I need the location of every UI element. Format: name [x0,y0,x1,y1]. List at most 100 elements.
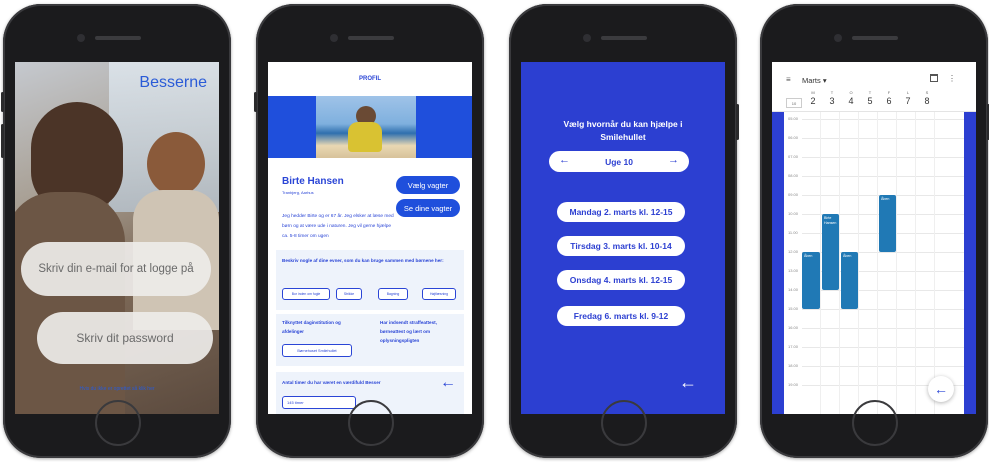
month-selector[interactable]: Marts ▾ [802,76,827,85]
front-camera [330,34,338,42]
day-gridline [915,112,916,414]
day-gridline [839,112,840,414]
hour-label: 07.00 [788,154,799,159]
shift-question: Vælg hvornår du kan hjælpe i Smilehullet [563,119,683,142]
day-gridline [934,112,935,414]
my-shifts-button[interactable]: Se dine vagter [396,199,460,217]
shift-option[interactable]: Tirsdag 3. marts kl. 10-14 [557,236,685,256]
next-week-icon[interactable]: → [668,154,679,166]
skill-chip[interactable]: Bor inden om fugle [282,288,330,300]
login-screen: Besserne Skriv din e-mail for at logge p… [15,62,219,414]
institution-value[interactable]: Børnehuset Smilehullet [282,344,352,357]
profile-location: Tranbjerg, Aarhus [282,190,314,195]
date-number[interactable]: 3 [822,96,842,106]
mute-switch [1,92,4,112]
day-gridline [820,112,821,414]
signup-link[interactable]: Hvis du ikke er oprettet så klik her [15,386,219,392]
previous-week-icon[interactable]: ← [559,154,570,166]
weekday-label: L [906,90,910,95]
phone-calendar: ≡ Marts ▾ ⋮ 10 M T O T F L S 2 3 4 5 6 7… [760,4,989,458]
back-arrow-icon[interactable]: ← [928,376,954,402]
week-number: 10 [786,98,802,108]
hour-gridline [802,309,964,310]
date-number[interactable]: 6 [879,96,899,106]
hour-gridline [802,119,964,120]
weekday-label: F [887,90,891,95]
hour-gridline [802,290,964,291]
hour-label: 06.00 [788,135,799,140]
front-camera [77,34,85,42]
home-button [95,400,141,446]
weekday-label: M [811,90,815,95]
profile-screen: PROFIL Birte Hansen Tranbjerg, Aarhus Væ… [268,62,472,414]
today-calendar-icon[interactable] [930,74,938,82]
phone-shifts: Vælg hvornår du kan hjælpe i Smilehullet… [509,4,739,458]
hour-label: 14.00 [788,287,799,292]
skill-chip[interactable]: Strikke [336,288,362,300]
day-gridline [858,112,859,414]
hour-label: 19.00 [788,382,799,387]
date-number[interactable]: 8 [917,96,937,106]
shifts-screen: Vælg hvornår du kan hjælpe i Smilehullet… [521,62,725,414]
hour-gridline [802,157,964,158]
weekday-label: T [868,90,872,95]
calendar-header: ≡ Marts ▾ ⋮ 10 M T O T F L S 2 3 4 5 6 7… [772,62,976,112]
shift-option[interactable]: Fredag 6. marts kl. 9-12 [557,306,685,326]
hour-gridline [802,366,964,367]
week-selector[interactable]: ← Uge 10 → [549,151,689,172]
background-photo-child [147,132,205,196]
calendar-event[interactable]: Birte Hansen [822,214,839,290]
page-title: PROFIL [359,76,381,82]
home-button [601,400,647,446]
weekday-label: S [925,90,929,95]
calendar-event[interactable]: Åben [841,252,858,309]
shift-option[interactable]: Onsdag 4. marts kl. 12-15 [557,270,685,290]
calendar-screen: ≡ Marts ▾ ⋮ 10 M T O T F L S 2 3 4 5 6 7… [772,62,976,414]
screen-border [772,62,784,414]
back-arrow-icon[interactable]: ← [440,374,456,392]
criminal-record-note: Har indsendt straffeattest, børneattest … [380,320,437,343]
volume-up-button [1,124,4,158]
earpiece-speaker [95,36,141,40]
week-label: Uge 10 [605,156,633,167]
profile-photo-body [348,122,382,152]
date-number[interactable]: 2 [803,96,823,106]
date-number[interactable]: 7 [898,96,918,106]
skill-chip[interactable]: Højtlæsning [422,288,456,300]
hour-label: 11.00 [788,230,798,235]
shift-option[interactable]: Mandag 2. marts kl. 12-15 [557,202,685,222]
hour-gridline [802,138,964,139]
hour-label: 12.00 [788,249,799,254]
date-number[interactable]: 4 [841,96,861,106]
hour-label: 15.00 [788,306,799,311]
calendar-event[interactable]: Åben [879,195,896,252]
phone-profile: PROFIL Birte Hansen Tranbjerg, Aarhus Væ… [254,4,484,458]
chevron-down-icon: ▾ [822,76,827,85]
day-gridline [896,112,897,414]
back-arrow-icon[interactable]: ← [679,372,697,393]
month-label: Marts [802,76,821,85]
menu-icon[interactable]: ≡ [786,75,791,84]
background-photo-adult-body [15,192,125,414]
home-button [348,400,394,446]
phone-login: Besserne Skriv din e-mail for at logge p… [1,4,231,458]
more-options-icon[interactable]: ⋮ [948,74,956,83]
front-camera [583,34,591,42]
hour-label: 16.00 [788,325,799,330]
institution-panel: Tilknyttet daginstitution og afdelinger … [276,314,464,366]
skill-chip[interactable]: Bagning [378,288,408,300]
hour-gridline [802,176,964,177]
password-field[interactable]: Skriv dit password [37,312,213,364]
date-number[interactable]: 5 [860,96,880,106]
email-field[interactable]: Skriv din e-mail for at logge på [21,242,211,296]
hour-label: 17.00 [788,344,799,349]
earpiece-speaker [601,36,647,40]
calendar-event[interactable]: Åben [802,252,820,309]
choose-shifts-button[interactable]: Vælg vagter [396,176,460,194]
hour-gridline [802,347,964,348]
hour-label: 05.00 [788,116,799,121]
power-button [736,104,739,140]
hour-label: 10.00 [788,211,799,216]
hour-label: 09.00 [788,192,799,197]
hour-label: 18.00 [788,363,799,368]
